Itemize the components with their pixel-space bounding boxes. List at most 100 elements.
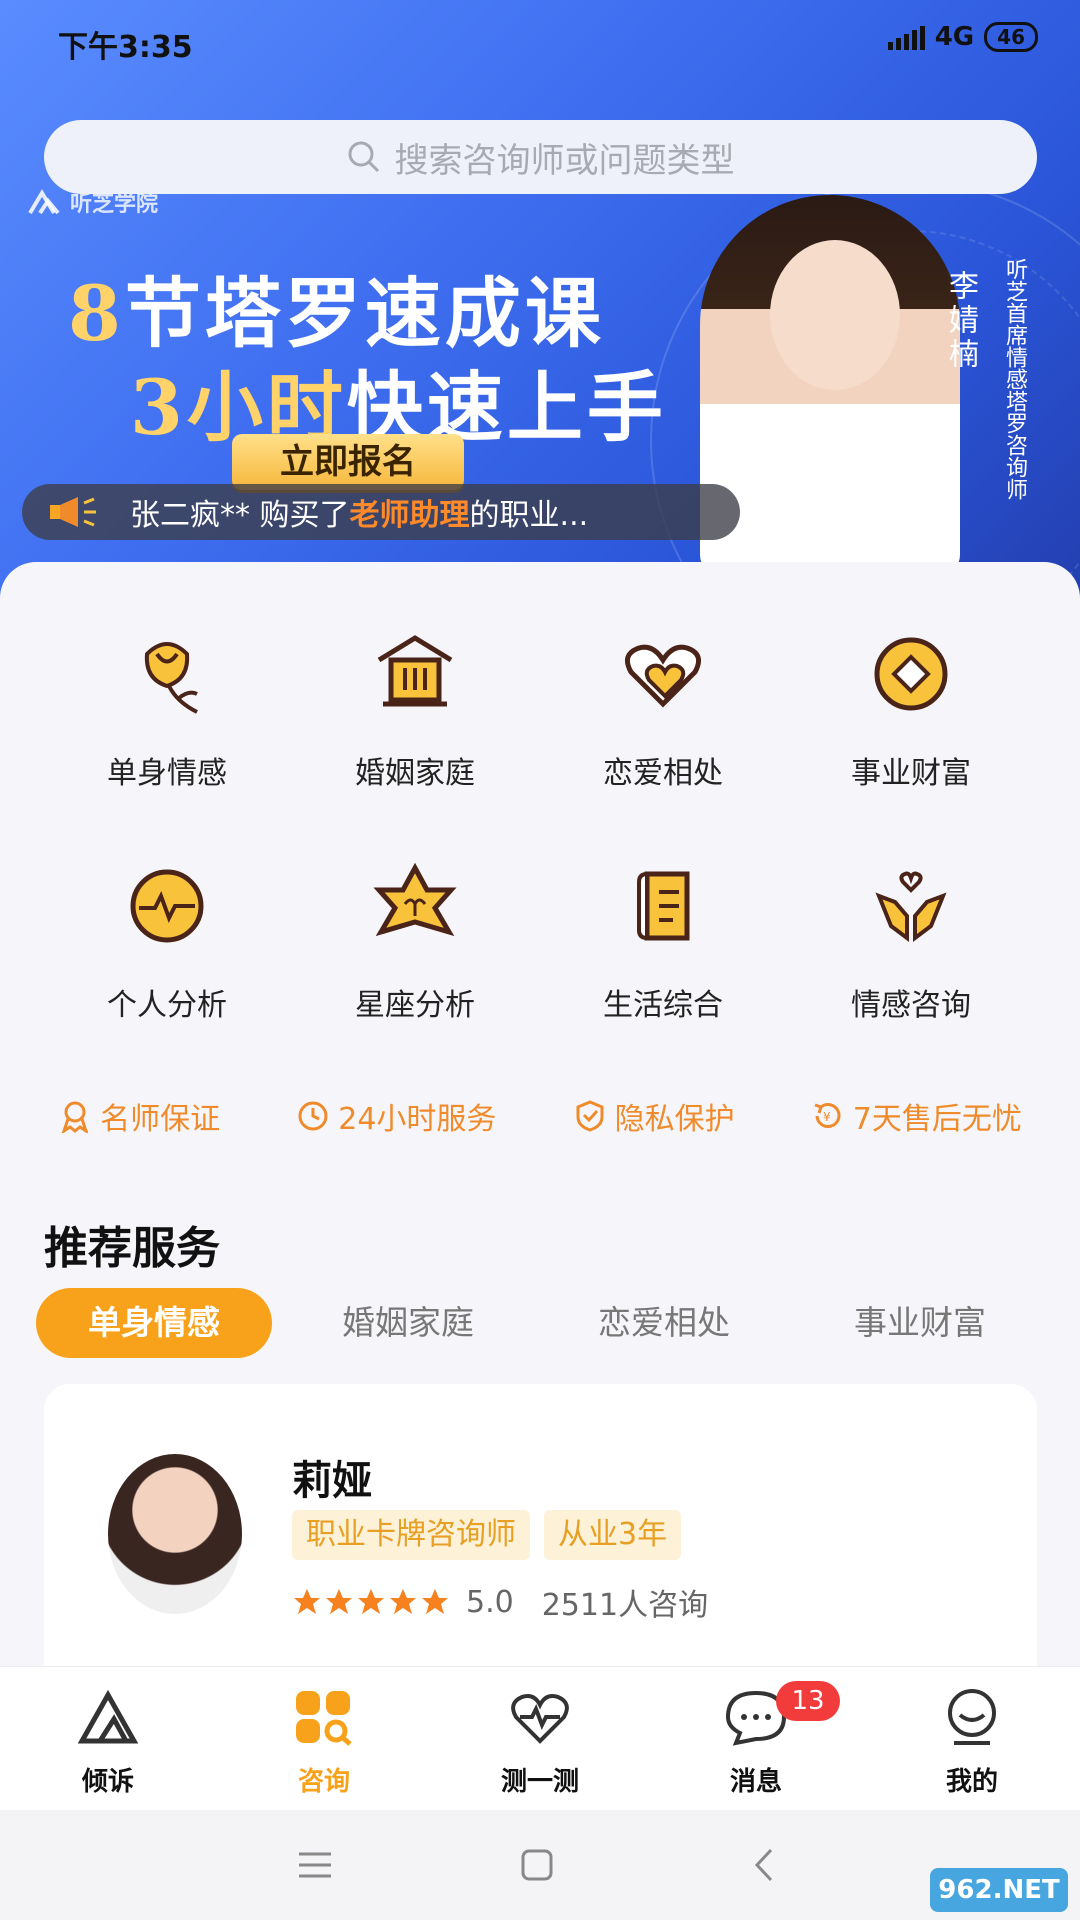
- category-label: 恋爱相处: [603, 756, 723, 791]
- guarantee-bar: 名师保证 24小时服务 隐私保护 ¥ 7天售后无忧: [0, 1086, 1080, 1146]
- tab-love[interactable]: 恋爱相处: [564, 1288, 764, 1358]
- guarantee-label: 7天售后无忧: [852, 1102, 1022, 1137]
- counselor-tag: 职业卡牌咨询师: [292, 1510, 530, 1560]
- status-time: 下午3:35: [58, 30, 193, 65]
- category-label: 情感咨询: [851, 988, 971, 1023]
- section-title: 推荐服务: [44, 1223, 220, 1274]
- teacher-face: [770, 240, 900, 390]
- promo-text: 节塔罗速成课: [124, 269, 605, 358]
- menu-icon[interactable]: [285, 1840, 345, 1890]
- nav-label: 我的: [945, 1767, 998, 1797]
- pulse-icon: [130, 869, 204, 943]
- promo-number: 3: [130, 363, 187, 452]
- guarantee-item: ¥ 7天售后无忧: [811, 1094, 1022, 1138]
- star-icon: [422, 1589, 448, 1614]
- home-icon[interactable]: [507, 1840, 567, 1890]
- teacher-title: 听芝首席情感塔罗咨询师: [1002, 258, 1027, 500]
- status-bar: 4G 46: [887, 22, 1038, 52]
- clock-icon: [298, 1101, 328, 1131]
- tab-single[interactable]: 单身情感: [36, 1288, 272, 1358]
- guarantee-item: 隐私保护: [573, 1094, 735, 1138]
- purchase-ticker[interactable]: 张二疯** 购买了老师助理的职业...: [22, 484, 740, 540]
- nav-messages[interactable]: 消息 13: [676, 1681, 840, 1798]
- avatar: [108, 1454, 242, 1614]
- recommend-tabs: 单身情感 婚姻家庭 恋爱相处 事业财富: [36, 1288, 1046, 1358]
- counselor-tags: 职业卡牌咨询师 从业3年: [292, 1510, 682, 1560]
- counselor-tag: 从业3年: [544, 1510, 682, 1560]
- nav-label: 消息: [729, 1767, 782, 1797]
- watermark-logo: 962.NET: [930, 1868, 1068, 1912]
- category-single[interactable]: 单身情感: [42, 624, 292, 792]
- rating-stars: [292, 1587, 450, 1617]
- system-nav-bar: [0, 1810, 1080, 1920]
- brand-icon: [28, 189, 60, 215]
- counselor-meta: 5.0 2511人咨询: [292, 1580, 708, 1624]
- star-icon: [390, 1589, 416, 1614]
- hands-heart-icon: [875, 871, 947, 942]
- confide-icon: [77, 1689, 139, 1744]
- category-personal[interactable]: 个人分析: [42, 856, 292, 1024]
- guarantee-label: 名师保证: [100, 1102, 221, 1137]
- nav-label: 倾诉: [81, 1767, 134, 1797]
- back-icon[interactable]: [735, 1840, 795, 1890]
- nav-confide[interactable]: 倾诉: [28, 1687, 188, 1798]
- search-icon: [348, 141, 379, 173]
- category-love[interactable]: 恋爱相处: [538, 624, 788, 792]
- guarantee-item: 名师保证: [58, 1094, 220, 1138]
- category-label: 个人分析: [107, 988, 227, 1023]
- tab-marriage[interactable]: 婚姻家庭: [308, 1288, 508, 1358]
- nav-test[interactable]: 测一测: [460, 1687, 620, 1798]
- nav-label: 咨询: [297, 1767, 350, 1797]
- star-icon: [358, 1589, 384, 1614]
- teacher-name: 李婧楠: [943, 270, 978, 372]
- heartbeat-icon: [511, 1694, 569, 1744]
- promo-number: 8: [68, 269, 125, 358]
- scroll-icon: [637, 871, 690, 941]
- consult-count: 2511人咨询: [541, 1588, 709, 1623]
- house-icon: [377, 635, 453, 707]
- profile-icon: [948, 1689, 996, 1745]
- ticker-text: 张二疯** 购买了老师助理的职业...: [130, 498, 589, 533]
- rating-value: 5.0: [466, 1584, 514, 1620]
- search-input[interactable]: 搜索咨询师或问题类型: [44, 120, 1037, 194]
- rose-icon: [144, 642, 198, 714]
- refund-icon: ¥: [814, 1103, 841, 1128]
- signup-button[interactable]: 立即报名: [232, 434, 464, 490]
- nav-label: 测一测: [500, 1767, 579, 1797]
- tab-career[interactable]: 事业财富: [820, 1288, 1020, 1358]
- signal-icon: [887, 24, 925, 50]
- shield-icon: [576, 1100, 604, 1132]
- battery-icon: 46: [984, 22, 1038, 52]
- category-label: 婚姻家庭: [355, 756, 475, 791]
- consult-icon: [296, 1691, 352, 1746]
- category-label: 星座分析: [355, 988, 475, 1023]
- guarantee-label: 24小时服务: [338, 1102, 497, 1137]
- counselor-card[interactable]: 莉娅 职业卡牌咨询师 从业3年 5.0 2511人咨询: [44, 1384, 1037, 1704]
- main-panel: 单身情感 婚姻家庭 恋爱相处 事业财富 个人分析 星座分析 生活综合 情感咨询 …: [0, 562, 1080, 1704]
- category-label: 生活综合: [603, 988, 723, 1023]
- nav-profile[interactable]: 我的: [892, 1687, 1052, 1798]
- counselor-name: 莉娅: [292, 1458, 372, 1504]
- category-life[interactable]: 生活综合: [538, 856, 788, 1024]
- coin-icon: [874, 637, 948, 711]
- nav-consult[interactable]: 咨询: [244, 1687, 404, 1798]
- bottom-nav: 倾诉 咨询 测一测 消息 13 我的: [0, 1666, 1080, 1810]
- category-emotion[interactable]: 情感咨询: [786, 856, 1036, 1024]
- hearts-icon: [624, 644, 702, 708]
- banner[interactable]: 下午3:35 4G 46 听芝学院 8节塔罗速成课 3小时快速上手 立即报名 李…: [0, 0, 1080, 600]
- star-sign-icon: [373, 862, 457, 937]
- horn-icon: [50, 497, 96, 527]
- svg-text:¥: ¥: [823, 1110, 831, 1124]
- category-astrology[interactable]: 星座分析: [290, 856, 540, 1024]
- category-label: 单身情感: [107, 756, 227, 791]
- guarantee-item: 24小时服务: [296, 1094, 496, 1138]
- search-placeholder: 搜索咨询师或问题类型: [394, 140, 735, 181]
- app-screen: 下午3:35 4G 46 听芝学院 8节塔罗速成课 3小时快速上手 立即报名 李…: [0, 0, 1080, 1920]
- guarantee-label: 隐私保护: [614, 1102, 735, 1137]
- star-icon: [294, 1589, 320, 1614]
- category-career[interactable]: 事业财富: [786, 624, 1036, 792]
- category-marriage[interactable]: 婚姻家庭: [290, 624, 540, 792]
- star-icon: [326, 1589, 352, 1614]
- category-label: 事业财富: [851, 756, 971, 791]
- unread-badge: 13: [776, 1681, 840, 1721]
